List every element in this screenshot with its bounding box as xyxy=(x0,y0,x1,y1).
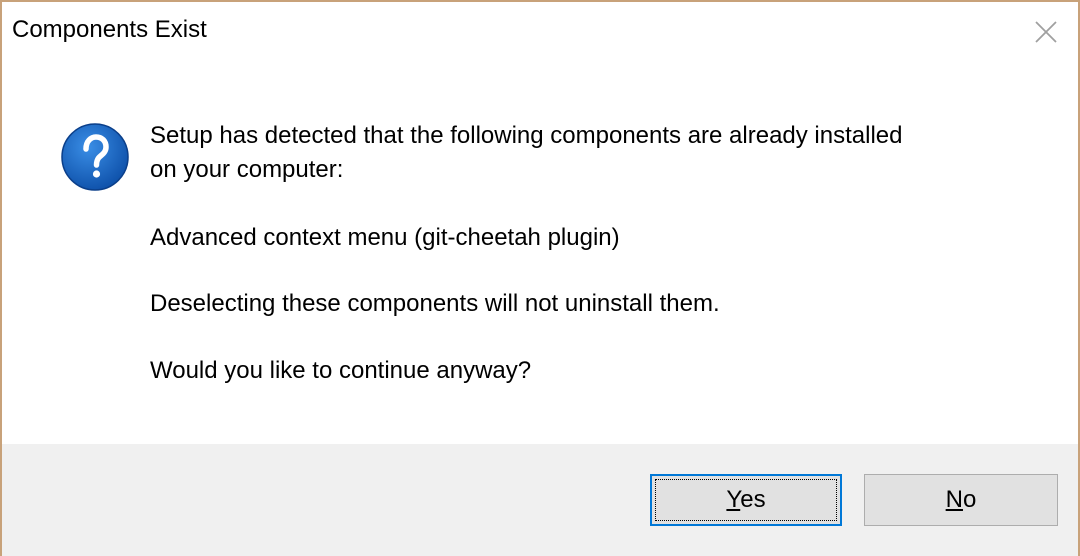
dialog-window: Components Exist Setup has detected that… xyxy=(0,0,1080,556)
component-name: Advanced context menu (git-cheetah plugi… xyxy=(150,224,620,251)
dialog-title: Components Exist xyxy=(12,16,207,43)
title-bar[interactable]: Components Exist xyxy=(2,2,1078,64)
question-icon xyxy=(60,122,130,192)
button-bar: Yes No xyxy=(2,444,1078,556)
deselect-note: Deselecting these components will not un… xyxy=(150,290,720,317)
no-mnemonic: N xyxy=(945,486,963,513)
continue-question: Would you like to continue anyway? xyxy=(150,357,532,384)
no-label-rest: o xyxy=(962,486,977,513)
no-button[interactable]: No xyxy=(864,474,1058,526)
dialog-content: Setup has detected that the following co… xyxy=(2,64,1078,444)
yes-label-rest: es xyxy=(740,486,766,513)
yes-button[interactable]: Yes xyxy=(650,474,842,526)
yes-mnemonic: Y xyxy=(726,486,741,513)
close-icon xyxy=(1035,21,1057,43)
message-line-2: on your computer: xyxy=(150,156,344,183)
close-button[interactable] xyxy=(1028,14,1064,50)
message-line-1: Setup has detected that the following co… xyxy=(150,122,903,149)
